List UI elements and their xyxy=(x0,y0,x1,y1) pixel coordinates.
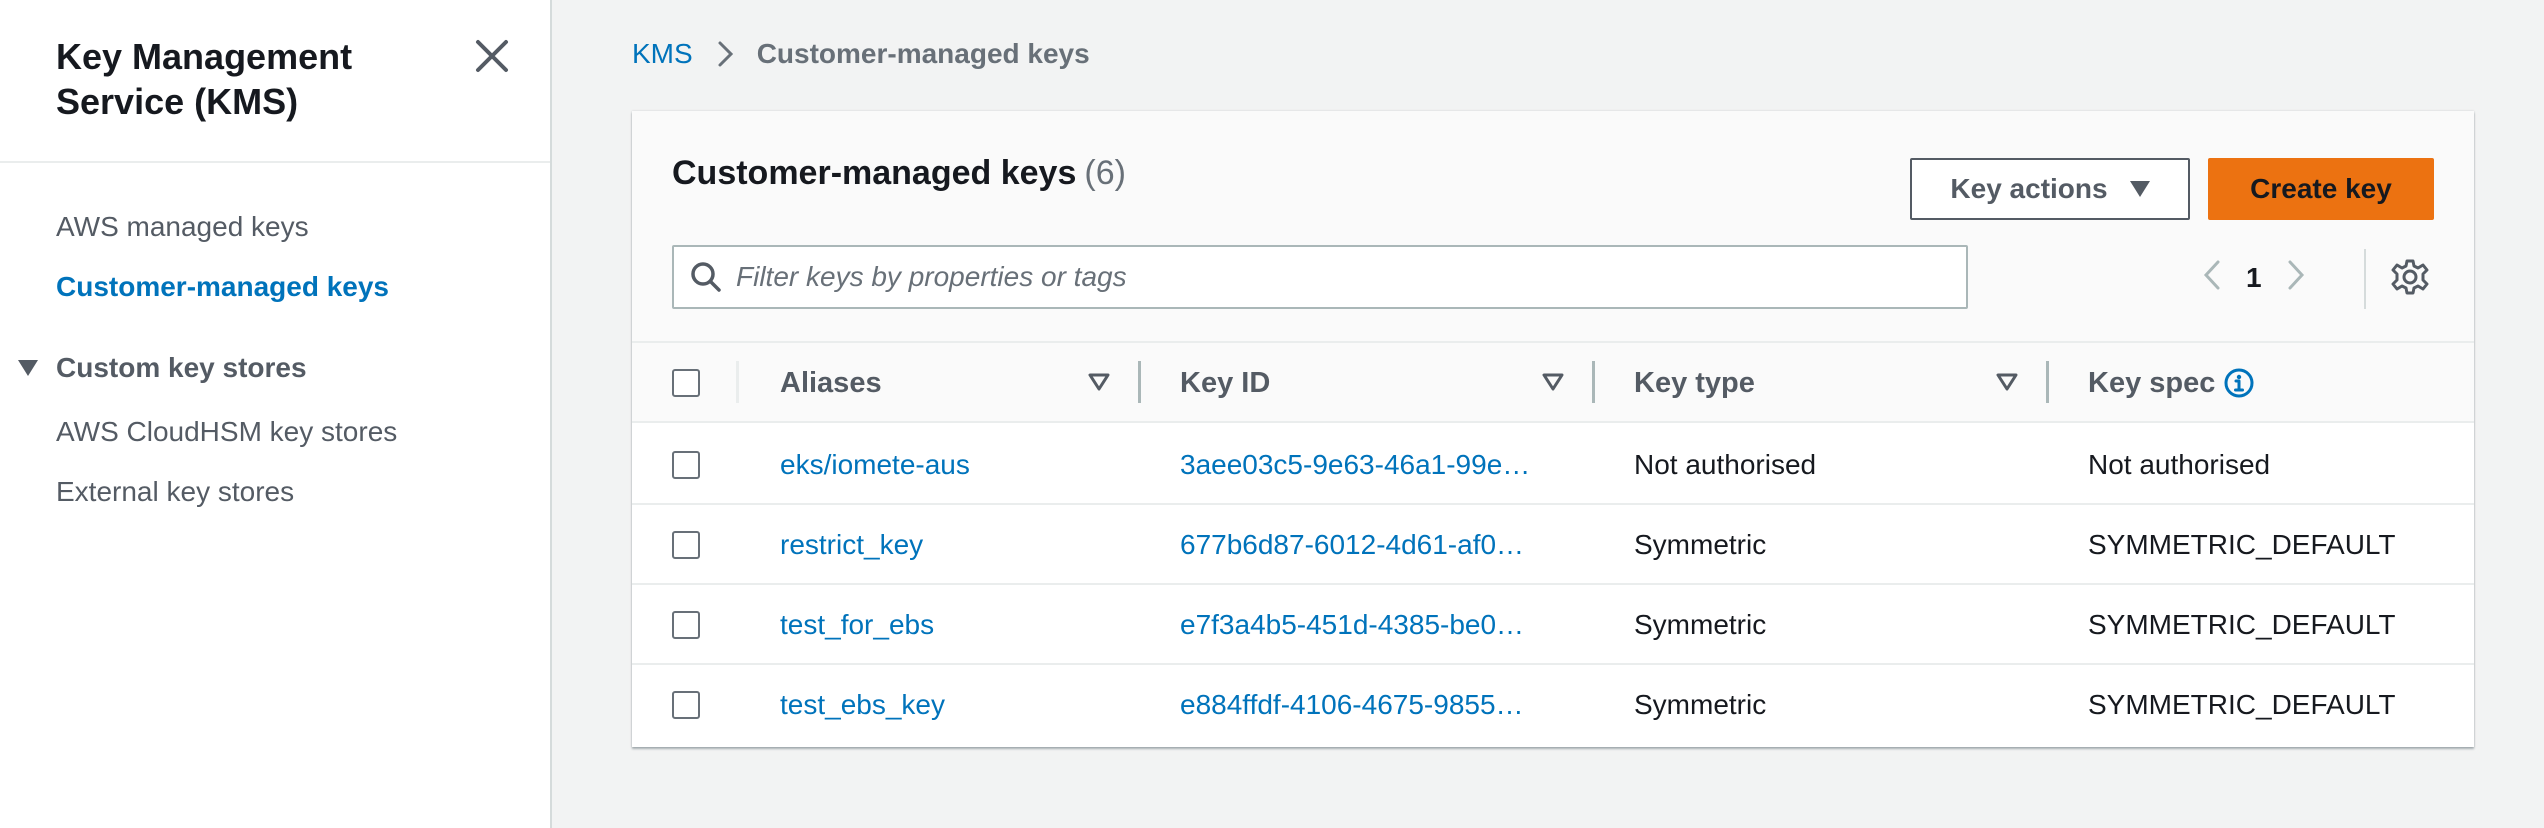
column-header-key-id[interactable]: Key ID xyxy=(1180,343,1270,423)
key-spec-cell: SYMMETRIC_DEFAULT xyxy=(2088,529,2396,560)
sidebar-title[interactable]: Key Management Service (KMS) xyxy=(56,34,416,124)
key-type-cell: Not authorised xyxy=(1634,449,1817,480)
key-id-link[interactable]: 677b6d87-6012-4d61-af0… xyxy=(1180,505,1524,585)
key-count: (6) xyxy=(1084,154,1126,192)
key-spec-cell: Not authorised xyxy=(2088,449,2271,480)
close-icon[interactable] xyxy=(472,36,512,76)
table-row: test_for_ebs e7f3a4b5-451d-4385-be0… Sym… xyxy=(632,585,2474,665)
column-separator[interactable] xyxy=(2046,361,2049,403)
table-body: eks/iomete-aus 3aee03c5-9e63-46a1-99e… N… xyxy=(632,425,2474,747)
key-actions-button[interactable]: Key actions xyxy=(1910,158,2190,220)
breadcrumb-current: Customer-managed keys xyxy=(756,38,1090,69)
row-checkbox[interactable] xyxy=(672,611,700,639)
table-row: eks/iomete-aus 3aee03c5-9e63-46a1-99e… N… xyxy=(632,425,2474,505)
key-spec-cell: SYMMETRIC_DEFAULT xyxy=(2088,689,2396,720)
side-navigation: Key Management Service (KMS) AWS managed… xyxy=(0,0,552,828)
chevron-right-icon[interactable] xyxy=(2286,259,2306,296)
info-icon[interactable] xyxy=(2223,367,2255,399)
alias-link[interactable]: restrict_key xyxy=(780,505,923,585)
pagination-divider xyxy=(2364,249,2366,309)
column-header-key-type[interactable]: Key type xyxy=(1634,343,1755,423)
expand-triangle-icon xyxy=(18,360,38,376)
breadcrumb-kms-link[interactable]: KMS xyxy=(632,38,693,70)
table-header-area: Customer-managed keys (6) Key actions Cre… xyxy=(632,111,2474,343)
sidebar-item-external-key-stores[interactable]: External key stores xyxy=(56,476,294,508)
sort-caret-icon[interactable] xyxy=(1996,373,2018,391)
alias-link[interactable]: test_for_ebs xyxy=(780,585,934,665)
pagination: 1 xyxy=(2202,259,2306,296)
sidebar-item-customer-managed-keys[interactable]: Customer-managed keys xyxy=(56,271,389,303)
sidebar-item-cloudhsm-key-stores[interactable]: AWS CloudHSM key stores xyxy=(56,416,397,448)
column-separator xyxy=(736,361,739,403)
breadcrumb: KMS Customer-managed keys xyxy=(632,38,1090,70)
key-type-cell: Symmetric xyxy=(1634,529,1767,560)
key-id-link[interactable]: e884ffdf-4106-4675-9855… xyxy=(1180,665,1524,745)
column-separator[interactable] xyxy=(1138,361,1141,403)
page-title-text: Customer-managed keys xyxy=(672,154,1077,192)
column-header-aliases[interactable]: Aliases xyxy=(780,343,882,423)
sidebar-item-aws-managed-keys[interactable]: AWS managed keys xyxy=(56,211,309,243)
search-icon xyxy=(691,262,721,292)
alias-link[interactable]: test_ebs_key xyxy=(780,665,945,745)
sort-caret-icon[interactable] xyxy=(1088,373,1110,391)
key-id-link[interactable]: 3aee03c5-9e63-46a1-99e… xyxy=(1180,425,1530,505)
table-row: restrict_key 677b6d87-6012-4d61-af0… Sym… xyxy=(632,505,2474,585)
settings-gear-icon[interactable] xyxy=(2390,257,2430,302)
column-separator[interactable] xyxy=(1592,361,1595,403)
key-type-cell: Symmetric xyxy=(1634,689,1767,720)
caret-down-icon xyxy=(2129,181,2150,197)
sort-caret-icon[interactable] xyxy=(1542,373,1564,391)
table-header-row: Aliases Key ID Key type Key spec xyxy=(632,343,2474,423)
column-header-key-spec[interactable]: Key spec xyxy=(2088,343,2255,423)
key-spec-cell: SYMMETRIC_DEFAULT xyxy=(2088,609,2396,640)
key-actions-label: Key actions xyxy=(1950,173,2108,204)
search-input[interactable] xyxy=(736,261,1936,293)
keys-table-container: Customer-managed keys (6) Key actions Cre… xyxy=(632,111,2474,747)
alias-link[interactable]: eks/iomete-aus xyxy=(780,425,970,505)
row-checkbox[interactable] xyxy=(672,531,700,559)
chevron-left-icon[interactable] xyxy=(2202,259,2222,296)
page-number[interactable]: 1 xyxy=(2246,262,2262,294)
row-checkbox[interactable] xyxy=(672,691,700,719)
key-type-cell: Symmetric xyxy=(1634,609,1767,640)
column-header-key-spec-label: Key spec xyxy=(2088,366,2216,399)
create-key-button[interactable]: Create key xyxy=(2208,158,2434,220)
chevron-right-icon xyxy=(717,40,735,68)
table-row: test_ebs_key e884ffdf-4106-4675-9855… Sy… xyxy=(632,665,2474,745)
key-id-link[interactable]: e7f3a4b5-451d-4385-be0… xyxy=(1180,585,1524,665)
create-key-label: Create key xyxy=(2250,173,2392,204)
sidebar-section-label: Custom key stores xyxy=(56,352,307,383)
sidebar-header: Key Management Service (KMS) xyxy=(0,0,550,163)
select-all-checkbox[interactable] xyxy=(672,369,700,397)
page-title: Customer-managed keys (6) xyxy=(672,154,1126,193)
row-checkbox[interactable] xyxy=(672,451,700,479)
search-field[interactable] xyxy=(672,245,1968,309)
sidebar-section-custom-key-stores[interactable]: Custom key stores xyxy=(18,352,307,384)
